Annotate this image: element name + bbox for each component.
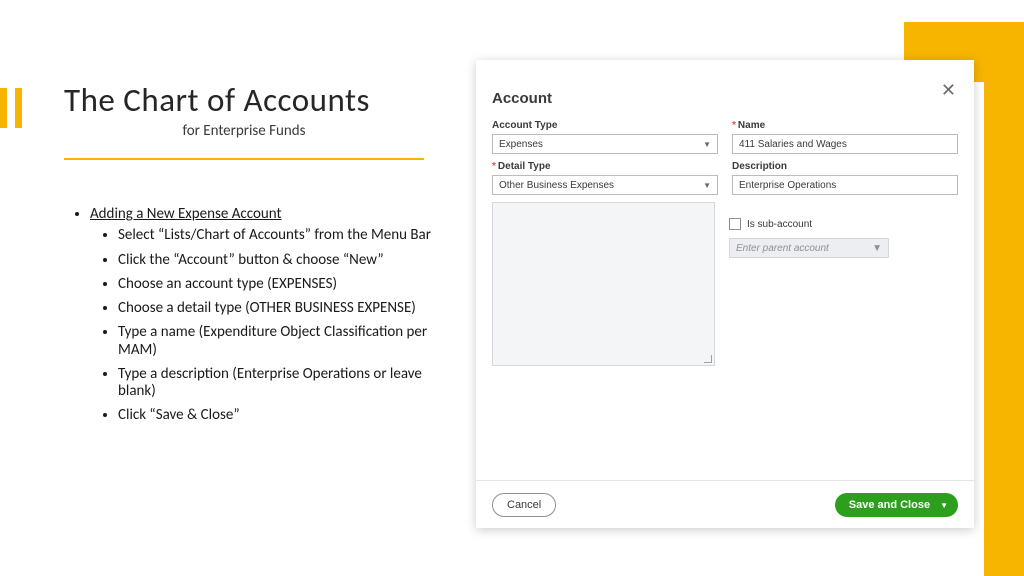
- list-item: Type a name (Expenditure Object Classifi…: [118, 324, 432, 359]
- chevron-down-icon: ▼: [703, 181, 711, 190]
- is-sub-account-checkbox[interactable]: [729, 218, 741, 230]
- detail-type-select[interactable]: Other Business Expenses ▼: [492, 175, 718, 195]
- list-item: Type a description (Enterprise Operation…: [118, 366, 432, 401]
- parent-account-placeholder: Enter parent account: [736, 243, 829, 254]
- instruction-list: Adding a New Expense Account Select “Lis…: [72, 206, 432, 432]
- description-value: Enterprise Operations: [739, 180, 836, 191]
- label-is-sub-account: Is sub-account: [747, 219, 812, 230]
- list-item: Select “Lists/Chart of Accounts” from th…: [118, 227, 432, 244]
- page-title: The Chart of Accounts: [64, 80, 424, 120]
- label-account-type: Account Type: [492, 120, 718, 131]
- list-item: Click “Save & Close”: [118, 407, 432, 424]
- description-input[interactable]: Enterprise Operations: [732, 175, 958, 195]
- list-item: Choose a detail type (OTHER BUSINESS EXP…: [118, 300, 432, 317]
- save-button-label: Save and Close: [849, 499, 930, 511]
- accent-right: [984, 82, 1024, 576]
- chevron-down-icon: ▼: [703, 140, 711, 149]
- account-dialog: ✕ Account Account Type Expenses ▼ Name 4…: [476, 60, 974, 528]
- dialog-footer: Cancel Save and Close ▼: [476, 480, 974, 528]
- dialog-title: Account: [492, 90, 552, 107]
- label-name: Name: [732, 120, 958, 131]
- list-item: Click the “Account” button & choose “New…: [118, 252, 432, 269]
- detail-type-value: Other Business Expenses: [499, 180, 614, 191]
- list-item: Choose an account type (EXPENSES): [118, 276, 432, 293]
- chevron-down-icon: ▼: [940, 501, 948, 510]
- account-type-value: Expenses: [499, 139, 543, 150]
- name-input[interactable]: 411 Salaries and Wages: [732, 134, 958, 154]
- label-detail-type: Detail Type: [492, 161, 718, 172]
- cancel-button[interactable]: Cancel: [492, 493, 556, 517]
- label-description: Description: [732, 161, 958, 172]
- chevron-down-icon: ▼: [872, 243, 882, 254]
- accent-left-inner: [7, 88, 15, 128]
- close-icon[interactable]: ✕: [941, 80, 956, 101]
- page-subtitle: for Enterprise Funds: [64, 122, 424, 140]
- save-and-close-button[interactable]: Save and Close ▼: [835, 493, 958, 517]
- bullet-heading: Adding a New Expense Account: [90, 205, 282, 223]
- title-rule: [64, 158, 424, 160]
- resize-handle-icon[interactable]: [704, 355, 712, 363]
- account-type-select[interactable]: Expenses ▼: [492, 134, 718, 154]
- parent-account-select: Enter parent account ▼: [729, 238, 889, 258]
- detail-type-description-box: [492, 202, 715, 366]
- name-value: 411 Salaries and Wages: [739, 139, 847, 150]
